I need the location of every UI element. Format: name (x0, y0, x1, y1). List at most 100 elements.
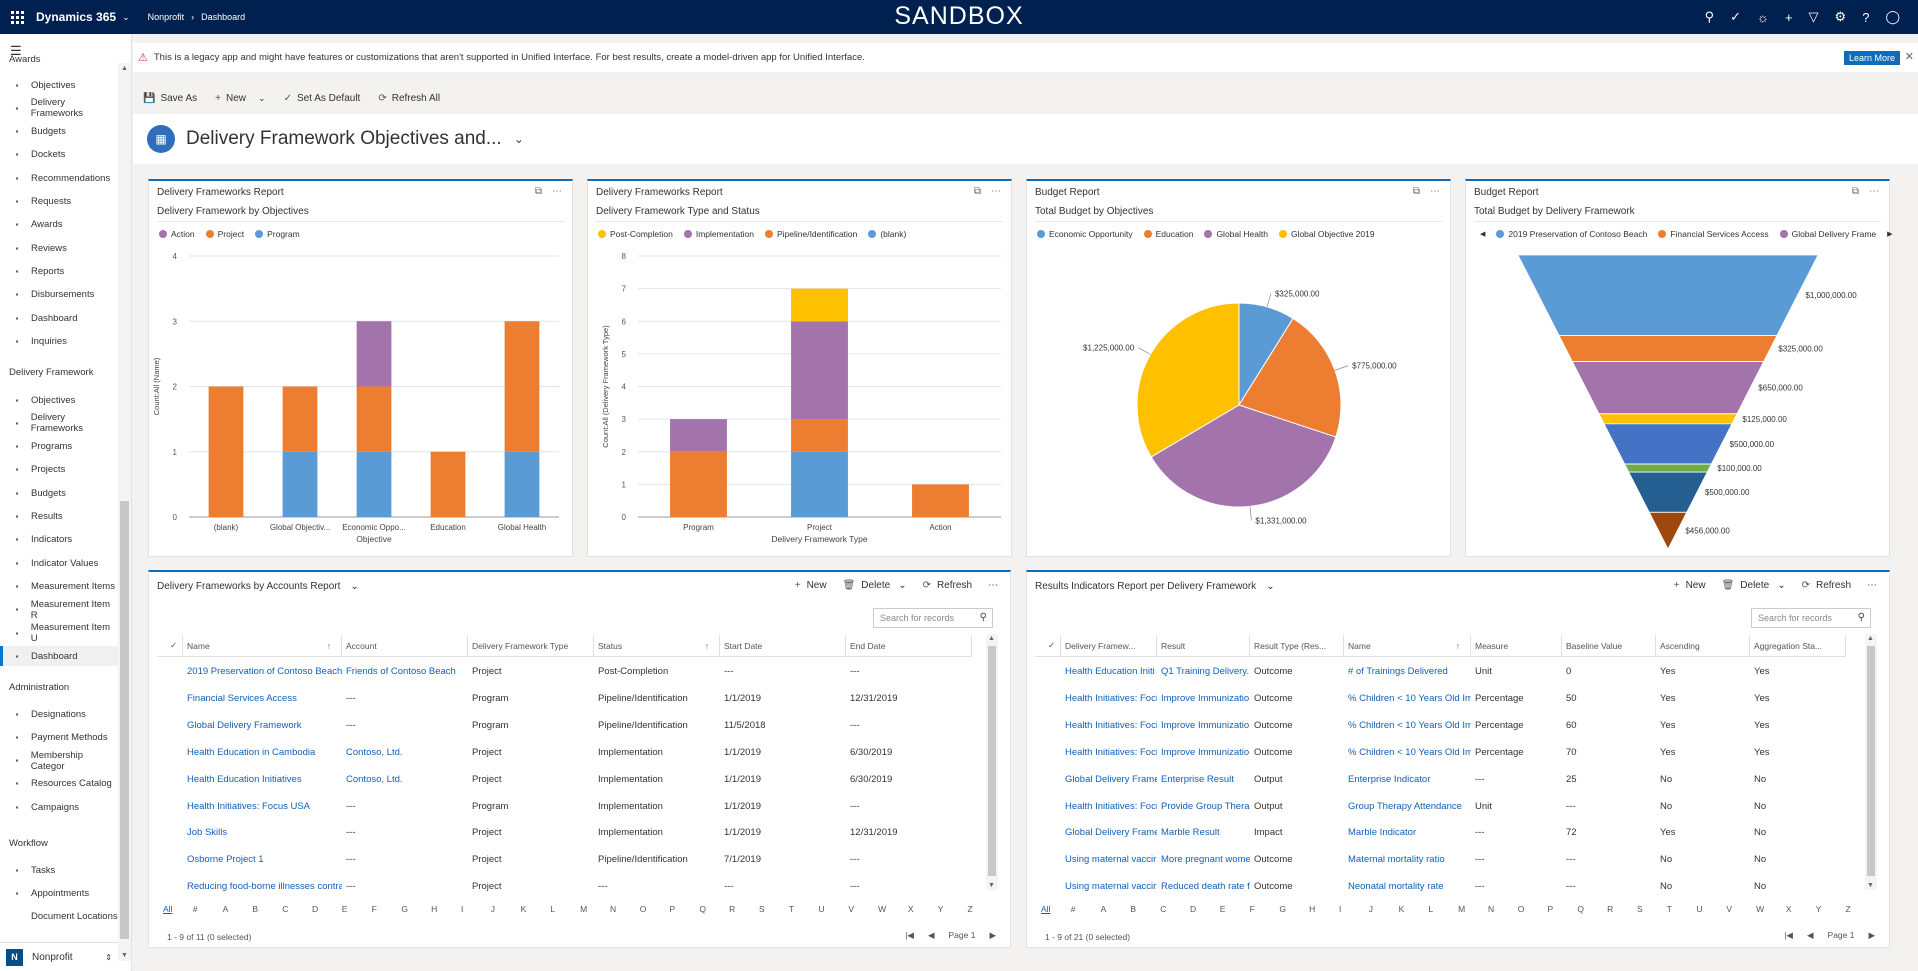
alphabet-filter-o[interactable]: O (640, 904, 670, 914)
table-cell[interactable]: Health Initiatives: Foci (1061, 801, 1157, 812)
area-switcher[interactable]: N Nonprofit ⇕ (0, 942, 118, 971)
sort-ascending-icon[interactable]: ↑ (327, 641, 331, 651)
alphabet-filter-d[interactable]: D (1190, 904, 1220, 914)
filter-icon[interactable]: ▽ (1809, 9, 1819, 25)
alphabet-filter-z[interactable]: Z (968, 904, 998, 914)
new-record-button[interactable]: + New (1674, 580, 1706, 591)
column-header[interactable]: Name ↑ (1344, 634, 1471, 657)
chevron-down-icon[interactable]: ⌄ (898, 580, 906, 591)
table-cell[interactable]: Global Delivery Framework (183, 720, 342, 731)
alphabet-filter-j[interactable]: J (1369, 904, 1399, 914)
previous-page-icon[interactable]: ◀ (928, 930, 935, 941)
grid-scrollbar[interactable]: ▲ ▼ (1865, 634, 1877, 890)
scroll-up-icon[interactable]: ▲ (988, 635, 995, 642)
chevron-down-icon[interactable]: ⌄ (258, 93, 266, 104)
alphabet-filter-r[interactable]: R (729, 904, 759, 914)
table-cell[interactable]: Provide Group Therap (1157, 801, 1250, 812)
alphabet-filter-f[interactable]: F (1250, 904, 1280, 914)
column-header[interactable]: Status ↑ (594, 634, 720, 657)
table-row[interactable]: Health Education in Cambodia Contoso, Ltd… (157, 739, 972, 766)
sidebar-item-delivery-frameworks[interactable]: ▪ Delivery Frameworks (0, 97, 118, 119)
column-header[interactable]: Aggregation Sta... (1750, 634, 1846, 657)
table-cell[interactable]: 2019 Preservation of Contoso Beach... (183, 666, 342, 677)
sidebar-item-budgets[interactable]: ▪ Budgets (0, 122, 118, 142)
alphabet-filter-h[interactable]: H (1309, 904, 1339, 914)
search-icon[interactable]: ⚲ (1858, 612, 1865, 623)
more-options-icon[interactable]: ⋯ (1867, 580, 1877, 591)
search-input[interactable]: Search for records ⚲ (873, 608, 993, 628)
table-cell[interactable]: Maternal mortality ratio (1344, 854, 1471, 865)
table-row[interactable]: Health Education Initi Q1 Training Delive… (1035, 658, 1846, 685)
column-header[interactable]: Delivery Framework Type (468, 634, 594, 657)
alphabet-filter-p[interactable]: P (670, 904, 700, 914)
sidebar-item-indicator-values[interactable]: ▪ Indicator Values (0, 553, 118, 573)
table-row[interactable]: Health Initiatives: Foci Improve Immuniza… (1035, 685, 1846, 712)
sidebar-item-objectives[interactable]: ▪ Objectives (0, 75, 118, 95)
column-header[interactable]: Result Type (Res... (1250, 634, 1344, 657)
table-cell[interactable]: Enterprise Result (1157, 774, 1250, 785)
sidebar-item-document-locations[interactable]: Document Locations (0, 907, 118, 927)
column-header[interactable]: Result (1157, 634, 1250, 657)
table-cell[interactable]: Global Delivery Frame (1061, 774, 1157, 785)
table-cell[interactable]: Using maternal vaccir (1061, 854, 1157, 865)
alphabet-filter-i[interactable]: I (461, 904, 491, 914)
sidebar-item-indicators[interactable]: ▪ Indicators (0, 530, 118, 550)
new-record-button[interactable]: + New (795, 580, 827, 591)
alphabet-filter-hash[interactable]: # (193, 904, 223, 914)
chevron-down-icon[interactable]: ⌄ (514, 132, 524, 146)
grid-title[interactable]: Delivery Frameworks by Accounts Report (157, 581, 340, 592)
table-cell[interactable]: Marble Indicator (1344, 827, 1471, 838)
delete-button[interactable]: 🗑 Delete ⌄ (1722, 580, 1786, 591)
app-name[interactable]: Dynamics 365 (36, 10, 116, 24)
sidebar-item-tasks[interactable]: ▪ Tasks (0, 860, 118, 880)
alphabet-filter-p[interactable]: P (1548, 904, 1578, 914)
area-name[interactable]: Nonprofit (148, 12, 185, 22)
column-header[interactable]: Baseline Value (1562, 634, 1656, 657)
sidebar-item-measurement-items[interactable]: ▪ Measurement Items (0, 576, 118, 596)
chevron-down-icon[interactable]: ⌄ (1266, 581, 1274, 592)
alphabet-filter-y[interactable]: Y (1816, 904, 1846, 914)
scroll-up-icon[interactable]: ▲ (1867, 635, 1874, 642)
select-all-checkbox[interactable]: ✓ (157, 634, 183, 657)
sidebar-item-results[interactable]: ▪ Results (0, 507, 118, 527)
column-header[interactable]: Name ↑ (183, 634, 342, 657)
table-cell[interactable]: % Children < 10 Years Old Imr (1344, 693, 1471, 704)
close-icon[interactable]: ✕ (1905, 50, 1914, 63)
table-cell[interactable]: Improve Immunizatio (1157, 747, 1250, 758)
column-header[interactable]: Delivery Framew... (1061, 634, 1157, 657)
table-cell[interactable]: Friends of Contoso Beach (342, 666, 468, 677)
sidebar-item-projects[interactable]: ▪ Projects (0, 460, 118, 480)
alphabet-filter-t[interactable]: T (789, 904, 819, 914)
alphabet-filter-m[interactable]: M (580, 904, 610, 914)
table-cell[interactable]: Health Initiatives: Foci (1061, 720, 1157, 731)
alphabet-filter-x[interactable]: X (908, 904, 938, 914)
next-page-icon[interactable]: ▶ (1868, 930, 1875, 941)
table-row[interactable]: Health Initiatives: Foci Provide Group Th… (1035, 793, 1846, 820)
chevron-down-icon[interactable]: ⌄ (1777, 580, 1785, 591)
first-page-icon[interactable]: |◀ (905, 930, 914, 941)
column-header[interactable]: Ascending (1656, 634, 1750, 657)
table-cell[interactable]: Health Education Initiatives (183, 774, 342, 785)
alphabet-filter-q[interactable]: Q (699, 904, 729, 914)
task-icon[interactable]: ✓ (1730, 9, 1741, 25)
grid-scrollbar[interactable]: ▲ ▼ (986, 634, 998, 890)
table-cell[interactable]: Q1 Training Delivery... (1157, 666, 1250, 677)
sidebar-scrollbar[interactable]: ▲ ▼ (118, 63, 131, 961)
table-cell[interactable]: % Children < 10 Years Old Imr (1344, 747, 1471, 758)
sidebar-item-programs[interactable]: ▪ Programs (0, 437, 118, 457)
table-cell[interactable]: Reducing food-borne illnesses contra (183, 881, 342, 892)
user-icon[interactable]: ◯ (1885, 9, 1900, 25)
alphabet-filter-all[interactable]: All (1041, 904, 1071, 914)
alphabet-filter-e[interactable]: E (1220, 904, 1250, 914)
table-cell[interactable]: Marble Result (1157, 827, 1250, 838)
table-cell[interactable]: Using maternal vaccir (1061, 881, 1157, 892)
column-header[interactable]: Measure (1471, 634, 1562, 657)
sidebar-item-measurement-item-r[interactable]: ▪ Measurement Item R (0, 599, 118, 621)
table-cell[interactable]: % Children < 10 Years Old Imr (1344, 720, 1471, 731)
alphabet-filter-g[interactable]: G (401, 904, 431, 914)
alphabet-filter-t[interactable]: T (1667, 904, 1697, 914)
refresh-all-button[interactable]: ⟳ Refresh All (378, 93, 440, 104)
sidebar-item-disbursements[interactable]: ▪ Disbursements (0, 285, 118, 305)
save-as-button[interactable]: 💾 Save As (143, 93, 197, 104)
table-cell[interactable]: Health Education Initi (1061, 666, 1157, 677)
